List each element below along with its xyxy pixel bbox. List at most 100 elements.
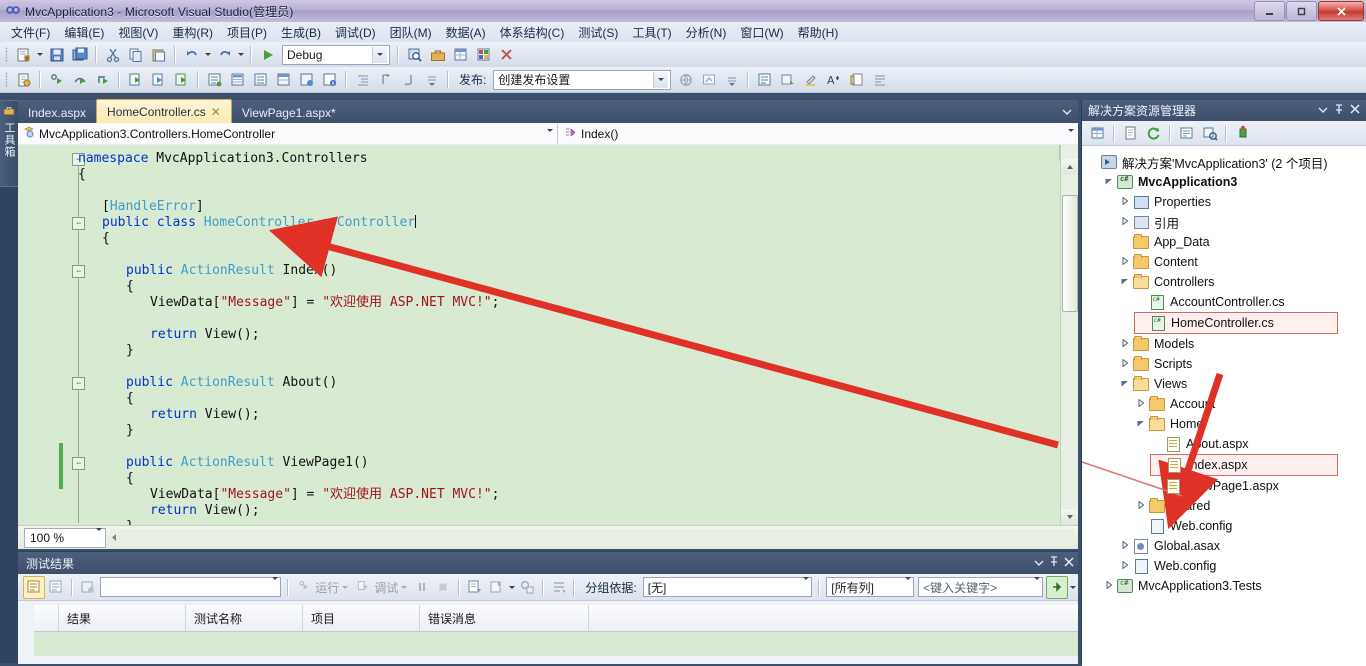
tree-item-web.config[interactable]: Web.config bbox=[1134, 516, 1336, 536]
test-list-icon[interactable] bbox=[204, 69, 225, 90]
save-all-icon[interactable] bbox=[69, 44, 90, 65]
chevron-down-icon[interactable] bbox=[372, 46, 387, 63]
copy-icon[interactable] bbox=[125, 44, 146, 65]
menu-item-test[interactable]: 测试(S) bbox=[571, 22, 625, 43]
test-list-editor-icon[interactable] bbox=[23, 575, 45, 599]
tree-item-models[interactable]: Models bbox=[1118, 334, 1336, 354]
close-icon[interactable]: ✕ bbox=[211, 105, 221, 119]
tree-item-mvcapplication3[interactable]: MvcApplication3 bbox=[1102, 172, 1336, 192]
tree-item-app-data[interactable]: App_Data bbox=[1118, 232, 1336, 252]
bookmark-icon[interactable] bbox=[777, 69, 798, 90]
publish-settings-combo[interactable]: 创建发布设置 bbox=[493, 69, 672, 90]
toolbox-icon[interactable] bbox=[427, 44, 448, 65]
scrollbar-thumb[interactable] bbox=[1062, 195, 1078, 312]
maximize-button[interactable] bbox=[1286, 1, 1317, 21]
go-arrow-icon[interactable] bbox=[1046, 575, 1068, 599]
find-in-files-icon[interactable] bbox=[404, 44, 425, 65]
grid-col-result[interactable]: 结果 bbox=[59, 605, 186, 631]
view-code-icon[interactable] bbox=[1176, 123, 1197, 144]
chevron-down-icon[interactable] bbox=[803, 577, 810, 594]
expander-collapsed-icon[interactable] bbox=[1102, 580, 1116, 591]
properties-icon[interactable] bbox=[450, 44, 471, 65]
publish-results-icon[interactable] bbox=[518, 577, 538, 598]
editor-tab-index-aspx[interactable]: Index.aspx bbox=[18, 102, 96, 123]
tree-item-account[interactable]: Account bbox=[1134, 394, 1336, 414]
tree-item-about.aspx[interactable]: About.aspx bbox=[1150, 434, 1336, 454]
font-size-icon[interactable]: A bbox=[823, 69, 844, 90]
tree-item-viewpage1.aspx[interactable]: ViewPage1.aspx bbox=[1150, 476, 1336, 496]
redo-icon[interactable] bbox=[214, 44, 235, 65]
toolbar-grip[interactable] bbox=[5, 71, 8, 88]
menu-item-tools[interactable]: 工具(T) bbox=[625, 22, 678, 43]
chevron-down-icon[interactable] bbox=[1034, 577, 1041, 594]
test-info-icon[interactable] bbox=[319, 69, 340, 90]
close-button[interactable] bbox=[1318, 1, 1364, 21]
chevron-down-icon[interactable] bbox=[1315, 105, 1331, 117]
grid-col-test-name[interactable]: 测试名称 bbox=[186, 605, 303, 631]
chevron-down-icon[interactable] bbox=[1068, 129, 1074, 146]
tree-item--[interactable]: 引用 bbox=[1118, 212, 1336, 232]
close-all-icon[interactable] bbox=[496, 44, 517, 65]
export-results-icon[interactable] bbox=[465, 577, 485, 598]
zoom-level-combo[interactable]: 100 % bbox=[24, 527, 106, 548]
member-navigation-combo[interactable]: Index() bbox=[558, 124, 1078, 146]
test-view-icon[interactable] bbox=[227, 69, 248, 90]
editor-vertical-scrollbar[interactable] bbox=[1060, 145, 1078, 525]
grid-col-project[interactable]: 项目 bbox=[303, 605, 420, 631]
menu-item-team[interactable]: 团队(M) bbox=[383, 22, 439, 43]
expander-collapsed-icon[interactable] bbox=[1134, 398, 1148, 409]
indent-icon[interactable] bbox=[352, 69, 373, 90]
group-toggle-icon[interactable] bbox=[549, 577, 569, 598]
expander-collapsed-icon[interactable] bbox=[1118, 358, 1132, 369]
menu-item-file[interactable]: 文件(F) bbox=[4, 22, 57, 43]
refresh-icon[interactable] bbox=[1143, 123, 1164, 144]
scroll-up-button[interactable] bbox=[1061, 159, 1078, 175]
expander-expanded-icon[interactable] bbox=[1118, 379, 1132, 389]
run-all-tests-icon[interactable] bbox=[171, 69, 192, 90]
grid-col-error-msg[interactable]: 错误消息 bbox=[420, 605, 589, 631]
nuget-icon[interactable] bbox=[1232, 123, 1253, 144]
menu-item-window[interactable]: 窗口(W) bbox=[733, 22, 790, 43]
text-editor-icon[interactable] bbox=[754, 69, 775, 90]
menu-item-analyze[interactable]: 分析(N) bbox=[679, 22, 734, 43]
chevron-down-icon[interactable] bbox=[1034, 556, 1044, 570]
results-dropdown[interactable] bbox=[507, 577, 516, 598]
test-properties-icon[interactable] bbox=[273, 69, 294, 90]
expander-collapsed-icon[interactable] bbox=[1118, 196, 1132, 207]
menu-item-build[interactable]: 生成(B) bbox=[274, 22, 328, 43]
tree-item-index.aspx[interactable]: Index.aspx bbox=[1150, 454, 1338, 476]
keyword-search-combo[interactable]: <键入关键字> bbox=[918, 577, 1044, 597]
expander-collapsed-icon[interactable] bbox=[1118, 540, 1132, 551]
tree-item-web.config[interactable]: Web.config bbox=[1118, 556, 1336, 576]
scroll-left-button[interactable] bbox=[110, 531, 118, 545]
pause-icon[interactable] bbox=[412, 577, 432, 598]
publish-web-icon[interactable] bbox=[675, 69, 696, 90]
expander-collapsed-icon[interactable] bbox=[1118, 256, 1132, 267]
toolbar-overflow[interactable] bbox=[1069, 577, 1078, 598]
step-over-icon[interactable] bbox=[69, 69, 90, 90]
code-editor-surface[interactable]: − − − − − namespace MvcApplication3.Controll… bbox=[18, 145, 1078, 525]
tree-item-homecontroller.cs[interactable]: HomeController.cs bbox=[1134, 312, 1338, 334]
new-project-icon[interactable] bbox=[13, 44, 34, 65]
minimize-button[interactable] bbox=[1254, 1, 1285, 21]
test-run-selector-combo[interactable] bbox=[100, 577, 282, 597]
editor-tab-viewpage1-aspx[interactable]: ViewPage1.aspx* bbox=[232, 102, 346, 123]
tree-item-shared[interactable]: Shared bbox=[1134, 496, 1336, 516]
menu-item-project[interactable]: 项目(P) bbox=[220, 22, 274, 43]
chevron-down-icon[interactable] bbox=[653, 71, 669, 88]
redo-dropdown[interactable] bbox=[236, 44, 246, 65]
menu-item-architecture[interactable]: 体系结构(C) bbox=[493, 22, 572, 43]
publish-settings-icon[interactable] bbox=[698, 69, 719, 90]
expander-collapsed-icon[interactable] bbox=[1118, 338, 1132, 349]
menu-item-help[interactable]: 帮助(H) bbox=[791, 22, 846, 43]
undo-dropdown[interactable] bbox=[203, 44, 213, 65]
snippet-icon[interactable] bbox=[846, 69, 867, 90]
scroll-down-button[interactable] bbox=[1061, 509, 1078, 525]
solution-configuration-combo[interactable]: Debug bbox=[282, 44, 390, 65]
tree-item--mvcapplication3-2-[interactable]: 解决方案'MvcApplication3' (2 个项目) bbox=[1086, 152, 1336, 172]
close-icon[interactable] bbox=[1347, 104, 1363, 117]
tree-item-mvcapplication3.tests[interactable]: MvcApplication3.Tests bbox=[1102, 576, 1336, 596]
test-results-grid-body[interactable] bbox=[34, 632, 1078, 656]
collapse-toolbar-icon[interactable] bbox=[421, 69, 442, 90]
import-results-icon[interactable] bbox=[487, 577, 507, 598]
